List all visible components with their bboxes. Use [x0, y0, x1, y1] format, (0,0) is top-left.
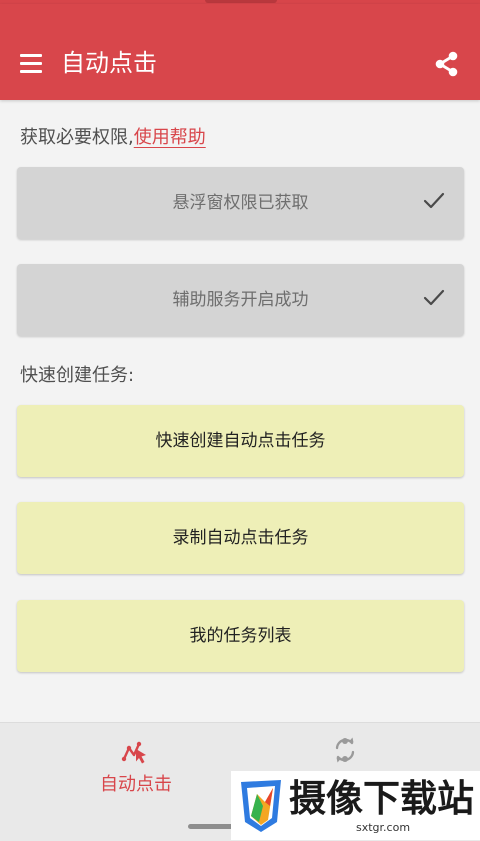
auto-click-icon — [121, 741, 146, 764]
record-task-label: 录制自动点击任务 — [172, 528, 309, 548]
watermark: 摄像下载站 sxtgr.com — [231, 771, 480, 840]
accessibility-service-label: 辅助服务开启成功 — [172, 290, 309, 310]
check-icon — [423, 289, 445, 306]
watermark-logo — [241, 780, 281, 832]
tab-auto-click-label: 自动点击 — [100, 774, 172, 795]
tab-auto-click[interactable]: 自动点击 — [0, 723, 240, 823]
menu-icon-line-middle — [20, 62, 42, 65]
share-icon[interactable] — [434, 51, 460, 77]
status-notch — [205, 0, 277, 3]
check-icon — [423, 192, 445, 209]
watermark-text: 摄像下载站 — [289, 777, 474, 820]
accessibility-service-card[interactable]: 辅助服务开启成功 — [17, 264, 464, 336]
permissions-label: 获取必要权限, — [20, 127, 134, 148]
quick-create-task-button[interactable]: 快速创建自动点击任务 — [17, 405, 464, 477]
quick-create-label: 快速创建任务: — [20, 365, 135, 386]
quick-create-task-label: 快速创建自动点击任务 — [155, 431, 326, 451]
record-task-button[interactable]: 录制自动点击任务 — [17, 502, 464, 574]
menu-icon-line-top — [20, 54, 42, 57]
sync-icon — [335, 737, 355, 763]
overlay-permission-label: 悬浮窗权限已获取 — [172, 193, 309, 213]
task-list-label: 我的任务列表 — [189, 626, 292, 646]
permissions-label-row: 获取必要权限,使用帮助 — [20, 126, 206, 150]
share-icon-glyph — [435, 51, 458, 77]
help-link[interactable]: 使用帮助 — [134, 127, 206, 148]
menu-icon-line-bottom — [20, 70, 42, 73]
app-title: 自动点击 — [61, 49, 157, 77]
menu-icon[interactable] — [20, 52, 42, 74]
task-list-button[interactable]: 我的任务列表 — [17, 600, 464, 672]
watermark-url: sxtgr.com — [356, 821, 411, 834]
app-bar: 自动点击 — [0, 4, 480, 100]
overlay-permission-card[interactable]: 悬浮窗权限已获取 — [17, 167, 464, 239]
